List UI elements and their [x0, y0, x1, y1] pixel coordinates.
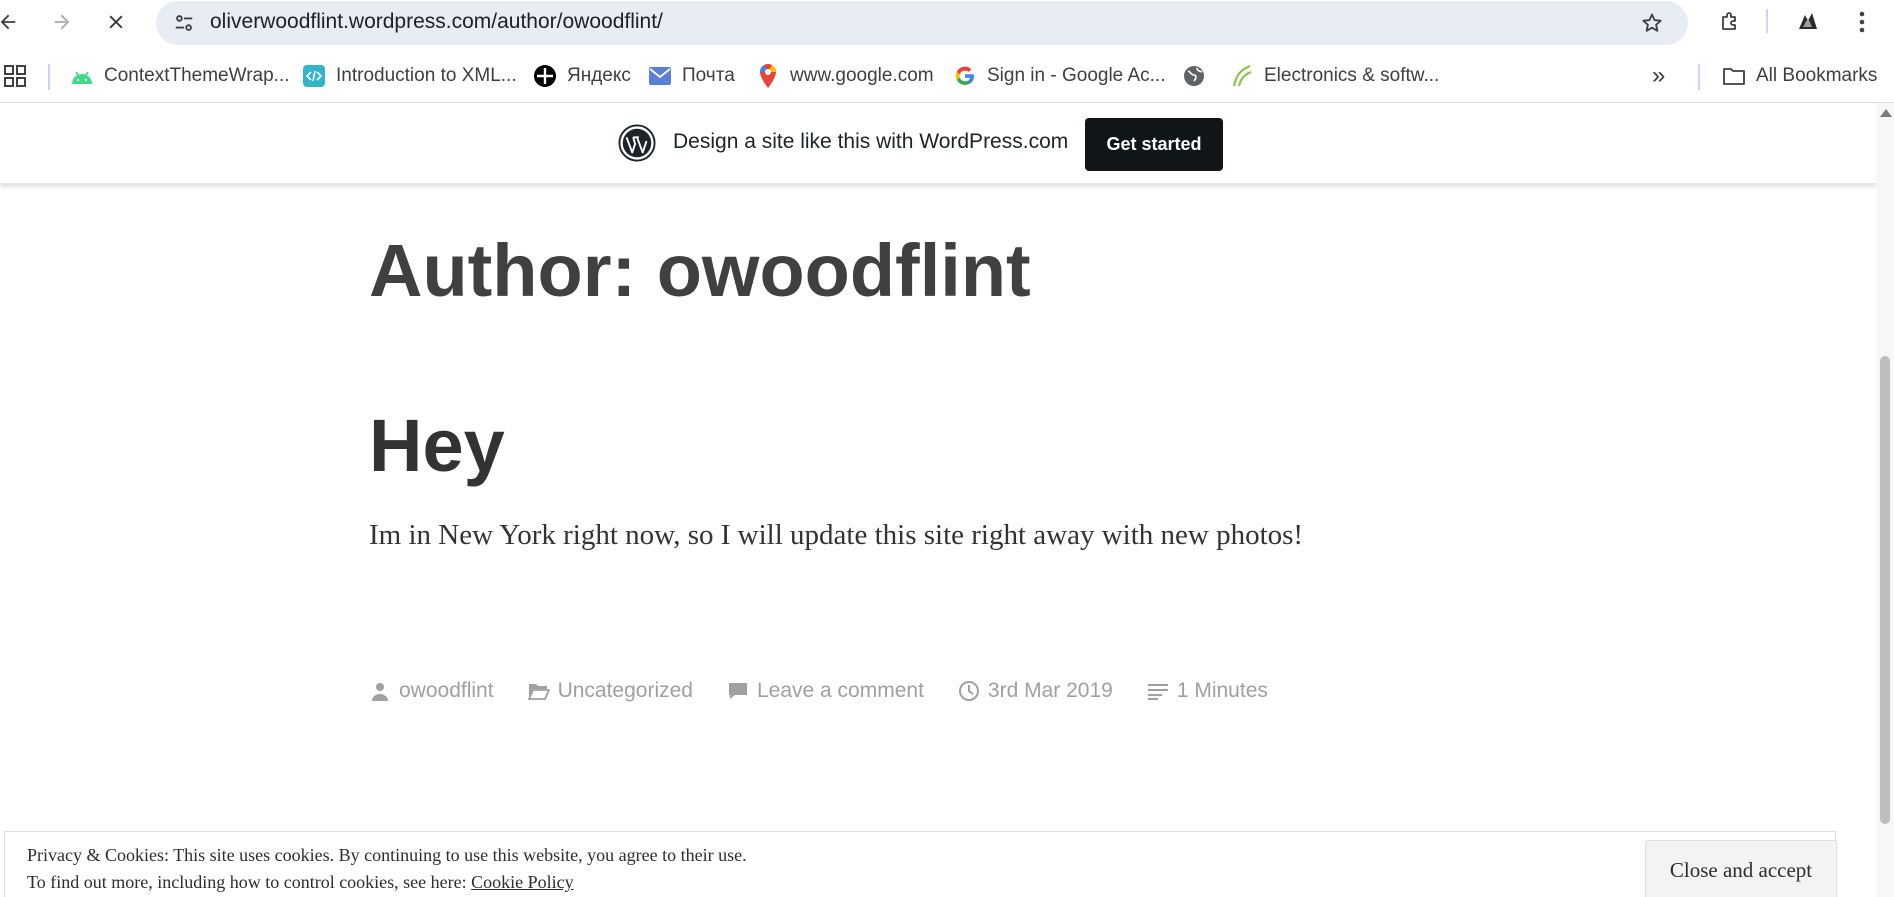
banner-text[interactable]: Design a site like this with WordPress.c…: [673, 130, 1068, 154]
bookmark-label: Sign in - Google Ac...: [987, 65, 1166, 86]
back-button[interactable]: [0, 6, 24, 38]
bookmark-label: Electronics & softw...: [1264, 65, 1440, 86]
scrollbar-thumb[interactable]: [1880, 356, 1890, 824]
arrow-right-icon: [54, 14, 70, 30]
apps-grid-icon: [4, 65, 26, 87]
globe-icon: [1182, 64, 1206, 88]
meta-reading-time-label: 1 Minutes: [1176, 679, 1268, 702]
puzzle-icon: [1722, 12, 1736, 30]
folder-open-icon: [527, 680, 550, 702]
page-title: Author: owoodflint: [369, 229, 1031, 312]
more-vert-icon: [1859, 11, 1865, 33]
meta-author[interactable]: owoodflint: [369, 679, 494, 703]
cookie-line-2-prefix: To find out more, including how to contr…: [27, 872, 467, 892]
url-text[interactable]: oliverwoodflint.wordpress.com/author/owo…: [210, 10, 663, 34]
close-and-accept-button[interactable]: Close and accept: [1645, 840, 1837, 897]
profile-button[interactable]: [1792, 6, 1824, 38]
extensions-button[interactable]: [1714, 6, 1746, 38]
bookmark-item[interactable]: Electronics & softw...: [1230, 62, 1439, 90]
bookmark-item[interactable]: Introduction to XML...: [302, 62, 517, 90]
page-scrollbar[interactable]: [1876, 103, 1894, 897]
forward-button[interactable]: [46, 6, 78, 38]
folder-icon: [1722, 64, 1746, 88]
comment-icon: [727, 680, 749, 702]
all-bookmarks-button[interactable]: All Bookmarks: [1722, 62, 1877, 90]
bookmark-label: www.google.com: [790, 65, 934, 86]
meta-comments-label: Leave a comment: [756, 679, 924, 702]
cookie-policy-link[interactable]: Cookie Policy: [471, 872, 574, 892]
meta-comments[interactable]: Leave a comment: [727, 679, 924, 703]
leaf-icon: [1230, 64, 1254, 88]
browser-menu-button[interactable]: [1846, 6, 1878, 38]
bookmark-item[interactable]: Sign in - Google Ac...: [953, 62, 1166, 90]
stop-button[interactable]: [100, 6, 132, 38]
code-icon: [302, 64, 326, 88]
meta-date[interactable]: 3rd Mar 2019: [958, 679, 1113, 703]
cookie-line-1: Privacy & Cookies: This site uses cookie…: [27, 845, 747, 865]
all-bookmarks-label: All Bookmarks: [1756, 65, 1878, 86]
android-icon: [70, 64, 94, 88]
bookmark-item[interactable]: Яндекс: [533, 62, 631, 90]
mail-icon: [648, 64, 672, 88]
bookmarks-divider: [1698, 64, 1700, 90]
arrow-left-icon: [0, 14, 16, 30]
bookmark-label: Introduction to XML...: [336, 65, 517, 86]
post-meta: owoodflint Uncategorized Leave a comment…: [369, 676, 1302, 706]
cookie-line-2: To find out more, including how to contr…: [27, 869, 747, 896]
bookmark-label: Яндекс: [567, 65, 631, 86]
meta-category[interactable]: Uncategorized: [527, 679, 693, 703]
bookmark-label: Почта: [682, 65, 735, 86]
tune-icon: [175, 15, 193, 31]
bookmark-label: ContextThemeWrap...: [104, 65, 290, 86]
wordpress-banner: Design a site like this with WordPress.c…: [0, 103, 1876, 184]
bookmark-item[interactable]: Почта: [648, 62, 735, 90]
clock-icon: [958, 680, 980, 702]
text-lines-icon: [1147, 680, 1169, 702]
close-icon: [109, 15, 123, 29]
meta-category-label: Uncategorized: [557, 679, 693, 702]
bookmark-item[interactable]: ContextThemeWrap...: [70, 62, 290, 90]
site-info-button[interactable]: [168, 7, 200, 39]
browser-toolbar: oliverwoodflint.wordpress.com/author/owo…: [0, 0, 1894, 45]
cookie-banner: Privacy & Cookies: This site uses cookie…: [4, 831, 1837, 897]
bookmark-item[interactable]: www.google.com: [756, 62, 934, 90]
yandex-icon: [533, 64, 557, 88]
bookmark-star-button[interactable]: [1636, 7, 1668, 39]
star-icon: [1642, 13, 1662, 32]
bookmarks-bar: ContextThemeWrap... Introduction to XML.…: [0, 50, 1894, 103]
google-icon: [953, 64, 977, 88]
cookie-text: Privacy & Cookies: This site uses cookie…: [27, 842, 747, 896]
user-icon: [369, 680, 391, 702]
post-excerpt: Im in New York right now, so I will upda…: [369, 519, 1304, 551]
address-bar[interactable]: oliverwoodflint.wordpress.com/author/owo…: [156, 1, 1688, 45]
avatar-icon: [1794, 8, 1822, 36]
meta-reading-time: 1 Minutes: [1147, 679, 1268, 703]
wordpress-logo-icon[interactable]: [618, 124, 656, 162]
bookmarks-divider: [48, 64, 50, 90]
maps-pin-icon: [756, 64, 780, 88]
toolbar-divider: [1766, 9, 1768, 33]
bookmarks-overflow-button[interactable]: »: [1652, 62, 1665, 90]
meta-date-label: 3rd Mar 2019: [987, 679, 1113, 702]
bookmark-item[interactable]: [1182, 62, 1216, 90]
apps-button[interactable]: [4, 62, 26, 90]
web-page: Design a site like this with WordPress.c…: [0, 103, 1876, 897]
get-started-button[interactable]: Get started: [1085, 118, 1223, 171]
scroll-up-arrow-icon[interactable]: [1880, 109, 1892, 117]
meta-author-label: owoodflint: [399, 679, 494, 702]
post-title[interactable]: Hey: [369, 403, 505, 488]
